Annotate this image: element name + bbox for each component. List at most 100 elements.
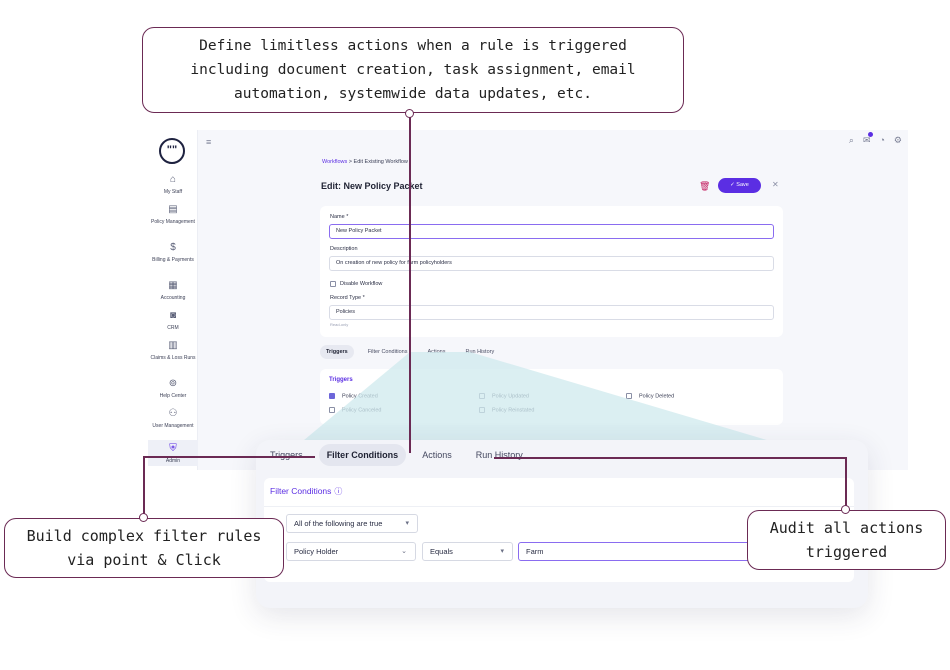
callout-filter-rules: Build complex filter rules via point & C… [4, 518, 284, 578]
app-logo[interactable]: "" [159, 138, 185, 164]
trigger-label: Policy Reinstated [492, 407, 535, 414]
callout-audit: Audit all actions triggered [747, 510, 946, 570]
tab-actions[interactable]: Actions [421, 345, 451, 359]
chevron-down-icon: ⌄ [401, 548, 407, 555]
sidebar-item-label: Policy Management [151, 219, 195, 225]
home-icon: ⌂ [169, 174, 177, 185]
record-type-label: Record Type * [330, 295, 365, 301]
checkbox-checked[interactable] [329, 393, 335, 399]
trigger-policy-canceled[interactable]: Policy Canceled [329, 407, 381, 413]
sidebar-item-label: Claims & Loss Runs [150, 355, 196, 361]
sidebar-item-claims[interactable]: ▥ Claims & Loss Runs [148, 340, 198, 361]
close-icon[interactable]: ✕ [772, 180, 779, 189]
search-icon[interactable]: ⌕ [849, 135, 854, 146]
tab-filter-conditions[interactable]: Filter Conditions [318, 444, 407, 466]
operator-value: Equals [430, 547, 453, 556]
workflow-form: Name * New Policy Packet Description On … [320, 206, 783, 337]
help-icon: ⊚ [168, 378, 178, 389]
match-mode-value: All of the following are true [294, 519, 383, 528]
tab-triggers[interactable]: Triggers [320, 345, 354, 359]
save-button[interactable]: ✓ Save [718, 178, 761, 193]
sidebar-item-policy-management[interactable]: ▤ Policy Management [148, 204, 198, 225]
sidebar: "" ⌂ My Staff ▤ Policy Management $ Bill… [148, 130, 198, 470]
sidebar-item-label: Admin [165, 458, 181, 464]
sidebar-item-help-center[interactable]: ⊚ Help Center [148, 378, 198, 399]
tab-triggers[interactable]: Triggers [262, 444, 311, 466]
connector-line-right-v [845, 457, 847, 510]
filter-value-text: Farm [526, 547, 544, 556]
name-input[interactable]: New Policy Packet [329, 224, 774, 239]
checkbox[interactable] [626, 393, 632, 399]
trigger-policy-deleted[interactable]: Policy Deleted [626, 393, 674, 399]
settings-icon[interactable]: ⚙ [894, 135, 902, 146]
trigger-label: Policy Updated [492, 393, 529, 400]
sidebar-item-label: Help Center [159, 393, 187, 399]
disable-workflow-label: Disable Workflow [340, 281, 383, 287]
connector-line-left-h [143, 456, 315, 458]
disable-workflow-checkbox[interactable] [330, 281, 336, 287]
connector-dot-left [139, 513, 148, 522]
trigger-label: Policy Deleted [639, 393, 675, 400]
divider [264, 506, 854, 507]
breadcrumb-separator: > [348, 159, 353, 165]
trigger-label: Policy Created [342, 393, 378, 400]
sidebar-item-label: My Staff [163, 189, 183, 195]
breadcrumb: Workflows > Edit Existing Workflow [322, 159, 408, 165]
connector-dot-top [405, 109, 414, 118]
callout-line: triggered [805, 543, 888, 561]
callout-line: Define limitless actions when a rule is … [199, 38, 627, 54]
sidebar-item-label: Billing & Payments [152, 257, 194, 263]
breadcrumb-workflows-link[interactable]: Workflows [322, 159, 347, 165]
check-icon: ✓ [730, 182, 735, 188]
callout-line: Build complex filter rules [26, 527, 262, 545]
tab-filter-conditions[interactable]: Filter Conditions [362, 345, 414, 359]
dollar-icon: $ [170, 242, 176, 253]
sidebar-item-label: Accounting [160, 295, 186, 301]
operator-select[interactable]: Equals ▾ [422, 542, 513, 561]
sidebar-item-my-staff[interactable]: ⌂ My Staff [148, 174, 198, 195]
trigger-policy-created[interactable]: Policy Created [329, 393, 378, 399]
filter-conditions-title: Filter Conditions ⓘ [270, 486, 342, 497]
checkbox[interactable] [479, 393, 485, 399]
connector-dot-right [841, 505, 850, 514]
breadcrumb-current: Edit Existing Workflow [353, 159, 408, 165]
field-select[interactable]: Policy Holder ⌄ [286, 542, 416, 561]
shield-icon: ⛨ [169, 443, 177, 454]
clipboard-icon: ▥ [168, 340, 178, 351]
name-label: Name * [330, 214, 349, 220]
app-window: "" ⌂ My Staff ▤ Policy Management $ Bill… [148, 130, 908, 470]
info-icon[interactable]: ⓘ [334, 487, 342, 496]
delete-icon[interactable]: 🗑 [699, 181, 710, 192]
description-label: Description [330, 246, 358, 252]
save-button-label: Save [736, 182, 749, 188]
chevron-down-icon: ▾ [405, 520, 409, 527]
sidebar-item-billing[interactable]: $ Billing & Payments [148, 242, 198, 263]
topbar-icons: ⌕ ✉ ◔ ⚙ [849, 132, 902, 146]
checkbox[interactable] [479, 407, 485, 413]
tab-actions[interactable]: Actions [414, 444, 460, 466]
menu-icon[interactable]: ≡ [206, 137, 211, 147]
match-mode-select[interactable]: All of the following are true ▾ [286, 514, 418, 533]
callout-line: via point & Click [67, 551, 221, 569]
trigger-policy-reinstated[interactable]: Policy Reinstated [479, 407, 535, 413]
description-input[interactable]: On creation of new policy for farm polic… [329, 256, 774, 271]
tab-run-history[interactable]: Run History [468, 444, 531, 466]
filter-title-text: Filter Conditions [270, 486, 332, 496]
trigger-policy-updated[interactable]: Policy Updated [479, 393, 529, 399]
sidebar-item-label: User Management [152, 423, 194, 429]
record-type-input: Policies [329, 305, 774, 320]
tab-run-history[interactable]: Run History [460, 345, 501, 359]
sidebar-item-user-management[interactable]: ⚇ User Management [148, 408, 198, 429]
ledger-icon: ▦ [168, 280, 178, 291]
field-value: Policy Holder [294, 547, 339, 556]
notification-icon[interactable]: ✉ [863, 132, 874, 146]
checkbox[interactable] [329, 407, 335, 413]
connector-line-left-v [143, 456, 145, 518]
callout-line: Audit all actions [769, 519, 924, 537]
sidebar-item-crm[interactable]: ◙ CRM [148, 310, 198, 331]
bell-icon[interactable]: ◔ [879, 135, 884, 146]
document-icon: ▤ [168, 204, 178, 215]
sidebar-item-admin[interactable]: ⛨ Admin [148, 440, 198, 466]
connector-line-top [409, 113, 411, 453]
sidebar-item-accounting[interactable]: ▦ Accounting [148, 280, 198, 301]
